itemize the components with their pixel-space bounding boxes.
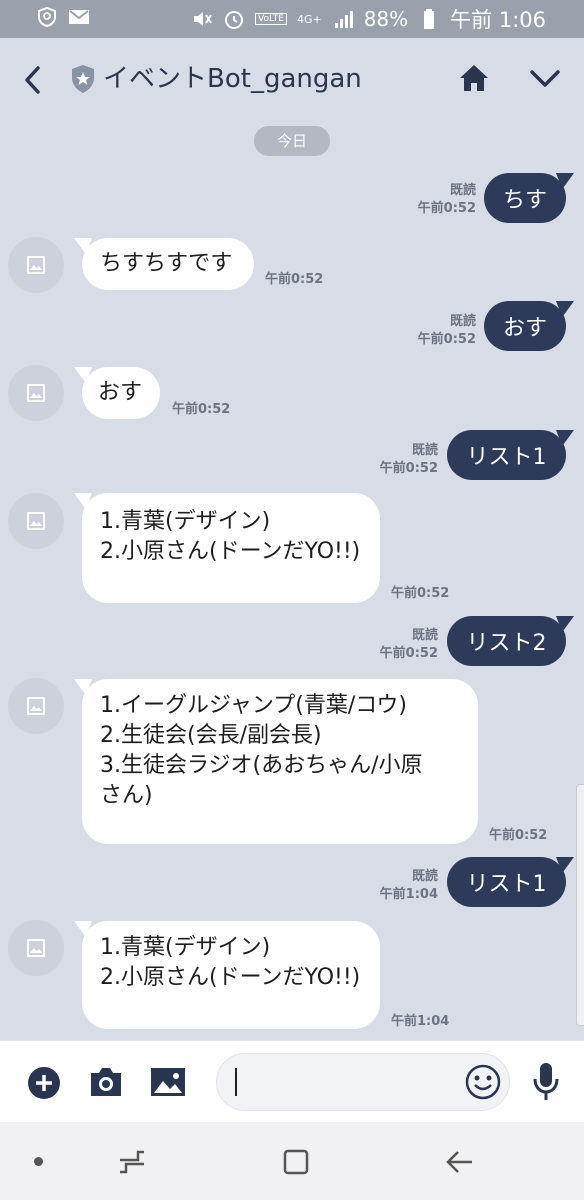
message-text: おす (98, 380, 143, 405)
security-icon (36, 6, 58, 28)
incoming-bubble[interactable]: 1.青葉(デザイン) 2.小原さん(ドーンだYO!!) (82, 493, 380, 603)
outgoing-bubble[interactable]: ちす (484, 173, 566, 223)
microphone-icon[interactable] (532, 1061, 560, 1107)
image-placeholder-icon (27, 697, 45, 715)
mail-icon (68, 6, 90, 28)
message-input[interactable] (216, 1053, 510, 1111)
message-time: 午前0:52 (265, 272, 324, 287)
signal-icon (332, 8, 354, 30)
shield-star-icon (70, 64, 96, 94)
chat-area[interactable]: 今日 既読 午前0:52 ちす ちすちすです 午前0:52 既読 午前0:52 … (0, 120, 584, 1040)
message-meta: 既読 午前0:52 (418, 313, 476, 349)
message-text: 1.青葉(デザイン) 2.小原さん(ドーンだYO!!) (100, 935, 361, 990)
message-text: リスト2 (466, 631, 547, 656)
read-receipt: 既読 (411, 443, 438, 458)
home-button-icon[interactable] (282, 1148, 310, 1180)
incoming-bubble[interactable]: おす (82, 367, 160, 419)
image-placeholder-icon (27, 384, 45, 402)
avatar[interactable] (8, 237, 64, 293)
network-label: 4G+ (296, 12, 322, 26)
chat-header: イベントBot_gangan (0, 38, 584, 120)
message-time: 午前0:52 (489, 828, 548, 843)
read-receipt: 既読 (411, 869, 438, 884)
message-text: 1.イーグルジャンプ(青葉/コウ) 2.生徒会(会長/副会長) 3.生徒会ラジオ… (100, 693, 423, 808)
home-icon[interactable] (456, 60, 492, 96)
avatar[interactable] (8, 678, 64, 734)
chevron-down-icon[interactable] (526, 64, 564, 94)
outgoing-bubble[interactable]: リスト2 (447, 616, 566, 666)
image-placeholder-icon (27, 512, 45, 530)
alarm-icon (223, 8, 245, 30)
message-time: 午前0:52 (417, 201, 476, 216)
recent-apps-icon[interactable] (116, 1148, 148, 1180)
avatar[interactable] (8, 365, 64, 421)
outgoing-bubble[interactable]: リスト1 (447, 857, 566, 907)
message-meta: 既読 午前0:52 (418, 182, 476, 218)
incoming-bubble[interactable]: 1.イーグルジャンプ(青葉/コウ) 2.生徒会(会長/副会長) 3.生徒会ラジオ… (82, 679, 478, 844)
clock: 午前 1:06 (450, 8, 546, 32)
image-icon[interactable] (150, 1066, 186, 1102)
status-bar: VoLTE 4G+ 88% 午前 1:06 (0, 0, 584, 38)
back-button-icon[interactable] (444, 1148, 474, 1180)
image-placeholder-icon (27, 256, 45, 274)
back-arrow-icon[interactable] (18, 60, 50, 100)
message-text: ちすちすです (100, 251, 233, 276)
outgoing-bubble[interactable]: おす (484, 301, 566, 351)
message-text: リスト1 (466, 872, 547, 897)
message-time: 午前0:52 (391, 586, 450, 601)
read-receipt: 既読 (449, 183, 476, 198)
text-cursor (235, 1068, 237, 1096)
battery-percent: 88% (363, 7, 409, 31)
incoming-bubble[interactable]: ちすちすです (82, 238, 254, 290)
read-receipt: 既読 (449, 314, 476, 329)
input-bar (0, 1040, 584, 1123)
incoming-bubble[interactable]: 1.青葉(デザイン) 2.小原さん(ドーンだYO!!) (82, 921, 380, 1029)
scroll-handle[interactable] (576, 784, 584, 1026)
mute-icon (191, 8, 213, 30)
message-text: ちす (502, 188, 547, 213)
message-time: 午前1:04 (391, 1014, 450, 1029)
plus-icon[interactable] (26, 1065, 62, 1105)
message-text: リスト1 (466, 445, 547, 470)
avatar[interactable] (8, 920, 64, 976)
chat-title: イベントBot_gangan (103, 64, 362, 94)
message-meta: 既読 午前0:52 (380, 442, 438, 478)
date-divider: 今日 (254, 126, 330, 156)
message-time: 午前0:52 (417, 332, 476, 347)
message-text: 1.青葉(デザイン) 2.小原さん(ドーンだYO!!) (100, 509, 361, 564)
system-navigation-bar (0, 1122, 584, 1200)
camera-icon[interactable] (88, 1065, 124, 1103)
message-time: 午前0:52 (379, 646, 438, 661)
battery-icon (418, 8, 440, 30)
dot-indicator-icon (34, 1157, 43, 1166)
message-time: 午前1:04 (379, 887, 438, 902)
image-placeholder-icon (27, 939, 45, 957)
message-meta: 既読 午前0:52 (380, 627, 438, 663)
message-meta: 既読 午前1:04 (380, 868, 438, 904)
message-time: 午前0:52 (172, 402, 231, 417)
emoji-icon[interactable] (465, 1064, 501, 1104)
message-time: 午前0:52 (379, 461, 438, 476)
avatar[interactable] (8, 493, 64, 549)
outgoing-bubble[interactable]: リスト1 (447, 430, 566, 480)
volte-label: VoLTE (255, 13, 287, 25)
read-receipt: 既読 (411, 628, 438, 643)
message-text: おす (502, 316, 547, 341)
